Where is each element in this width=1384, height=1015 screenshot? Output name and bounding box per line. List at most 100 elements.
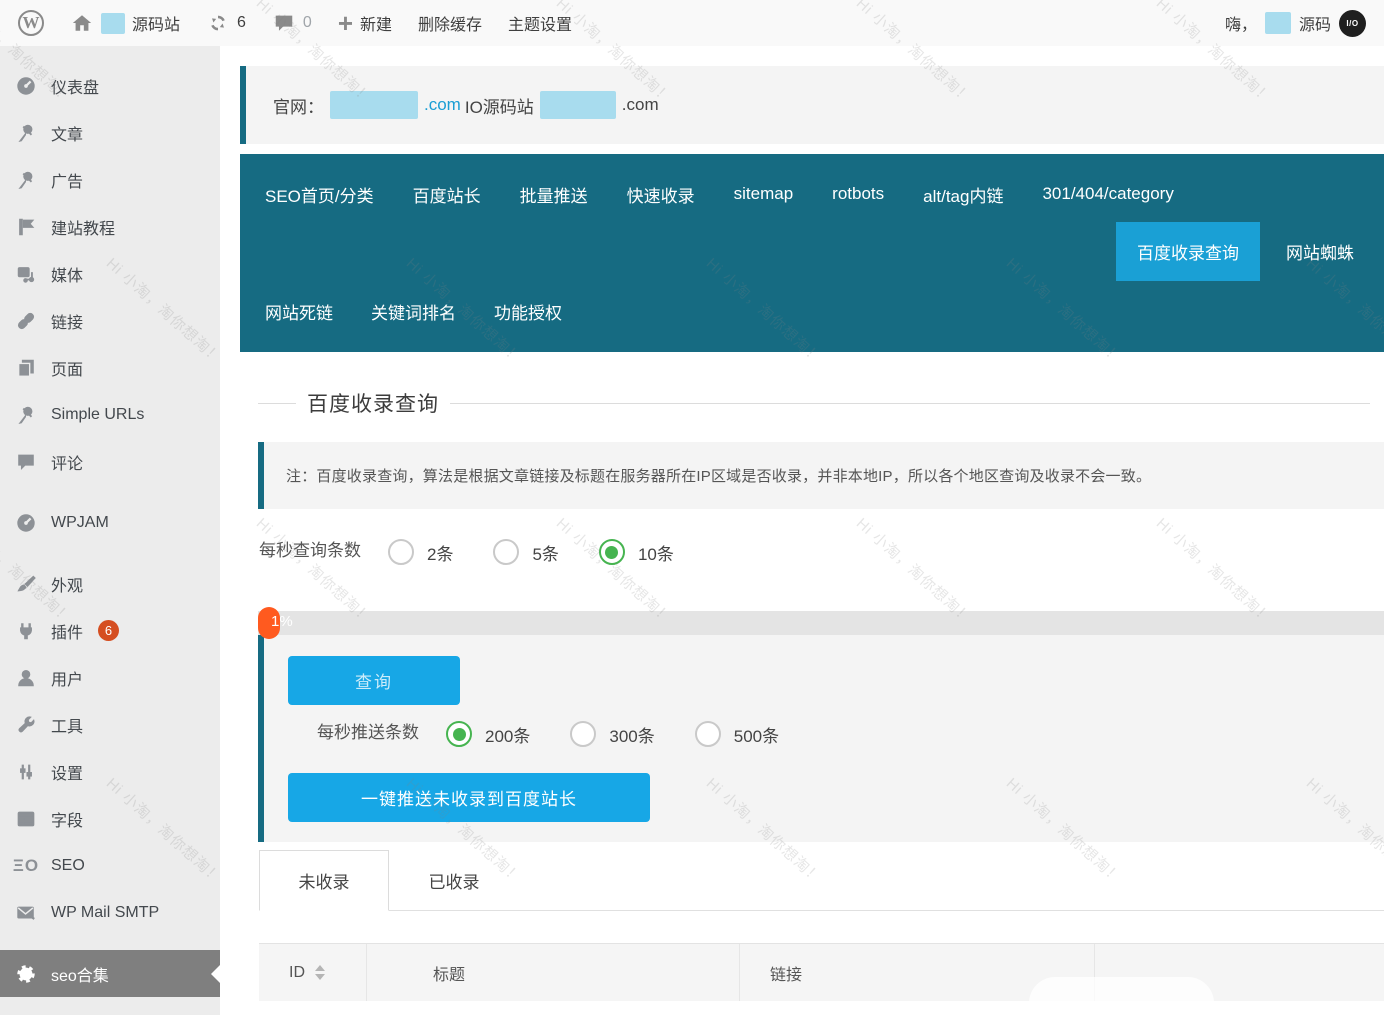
comments-link[interactable]: 0 (272, 11, 312, 35)
banner-tail: .com (622, 95, 659, 115)
query-button[interactable]: 查询 (288, 656, 460, 705)
sidebar-item-simple-urls[interactable]: Simple URLs (0, 391, 220, 438)
official-site-banner: 官网： .com IO源码站 .com (240, 66, 1384, 144)
wordpress-menu[interactable]: W (18, 10, 44, 36)
gauge-icon (14, 511, 38, 535)
sidebar-item-links[interactable]: 链接 (0, 297, 220, 344)
redacted-block (1265, 12, 1291, 34)
radio-checked-icon[interactable] (599, 539, 625, 565)
nav-tab-keyword-rank[interactable]: 关键词排名 (371, 299, 456, 324)
nav-tab-feature-auth[interactable]: 功能授权 (494, 299, 562, 324)
note-box: 注：百度收录查询，算法是根据文章链接及标题在服务器所在IP区域是否收录，并非本地… (258, 442, 1384, 509)
nav-tab-seo-home[interactable]: SEO首页/分类 (265, 182, 374, 207)
query-rate-label: 每秒查询条数 (258, 537, 362, 565)
radio-checked-icon[interactable] (446, 721, 472, 747)
nav-tab-fast-include[interactable]: 快速收录 (627, 182, 695, 207)
nav-tab-301-404-category[interactable]: 301/404/category (1042, 184, 1173, 204)
seo-plugin-nav: SEO首页/分类 百度站长 批量推送 快速收录 sitemap rotbots … (240, 154, 1384, 352)
sidebar-item-wp-mail-smtp[interactable]: WP Mail SMTP (0, 889, 220, 936)
nav-tab-baidu-index-query[interactable]: 百度收录查询 (1116, 222, 1260, 281)
admin-bar: W 源码站 6 0 + 新建 删除缓存 主题设置 嗨， (0, 0, 1384, 46)
comment-bubble-icon (14, 450, 38, 474)
query-rate-option-10[interactable]: 10条 (599, 539, 674, 565)
radio-unchecked-icon[interactable] (570, 721, 596, 747)
results-table-header: ID 标题 链接 (259, 943, 1384, 1001)
flag-icon (14, 215, 38, 239)
nav-tab-rotbots[interactable]: rotbots (832, 184, 884, 204)
site-name: 源码站 (132, 11, 180, 35)
nav-tab-site-spider[interactable]: 网站蜘蛛 (1286, 239, 1354, 264)
tab-indexed[interactable]: 已收录 (389, 850, 519, 910)
sidebar-item-settings[interactable]: 设置 (0, 748, 220, 795)
query-rate-row: 每秒查询条数 2条 5条 10条 (258, 537, 1384, 565)
tab-unindexed[interactable]: 未收录 (259, 850, 389, 911)
sort-arrows-icon[interactable] (315, 965, 325, 980)
sidebar-item-appearance[interactable]: 外观 (0, 560, 220, 607)
nav-tab-alt-tag-links[interactable]: alt/tag内链 (923, 182, 1003, 207)
push-rate-option-200[interactable]: 200条 (446, 721, 530, 747)
new-content-label: 新建 (360, 11, 392, 35)
new-content-button[interactable]: + 新建 (338, 10, 392, 36)
sidebar-item-wpjam[interactable]: WPJAM (0, 499, 220, 546)
gear-icon (14, 962, 38, 986)
watermark-highlight (1029, 977, 1214, 1015)
progress-percent: 1% (271, 613, 293, 630)
sidebar-item-dashboard[interactable]: 仪表盘 (0, 62, 220, 109)
plugin-update-badge: 6 (98, 620, 119, 641)
sidebar-item-ads[interactable]: 广告 (0, 156, 220, 203)
sidebar-item-seo-collection[interactable]: seo合集 (0, 950, 220, 997)
banner-middle: IO源码站 (465, 93, 534, 118)
section-title-row: 百度收录查询 (258, 388, 1384, 418)
table-icon (14, 807, 38, 831)
pin-icon (14, 121, 38, 145)
sidebar-item-seo[interactable]: ΞO SEO (0, 842, 220, 889)
site-link[interactable]: 源码站 (70, 11, 180, 35)
radio-unchecked-icon[interactable] (388, 539, 414, 565)
sidebar-item-pages[interactable]: 页面 (0, 344, 220, 391)
updates-count: 6 (237, 14, 246, 32)
query-rate-option-2[interactable]: 2条 (388, 539, 453, 565)
avatar[interactable]: I/O (1339, 10, 1366, 37)
push-rate-option-500[interactable]: 500条 (695, 721, 779, 747)
sidebar-item-fields[interactable]: 字段 (0, 795, 220, 842)
pages-icon (14, 356, 38, 380)
nav-tab-batch-push[interactable]: 批量推送 (520, 182, 588, 207)
wrench-icon (14, 713, 38, 737)
sidebar-item-tools[interactable]: 工具 (0, 701, 220, 748)
nav-tab-sitemap[interactable]: sitemap (734, 184, 794, 204)
progress-bar: 1% (258, 611, 1384, 635)
admin-sidebar: 仪表盘 文章 广告 建站教程 媒体 链接 页面 (0, 46, 220, 1015)
query-rate-option-5[interactable]: 5条 (493, 539, 558, 565)
theme-settings-button[interactable]: 主题设置 (508, 11, 572, 35)
update-refresh-icon (206, 11, 230, 35)
envelope-icon (14, 901, 38, 925)
updates-link[interactable]: 6 (206, 11, 246, 35)
sidebar-item-plugins[interactable]: 插件 6 (0, 607, 220, 654)
media-icon (14, 262, 38, 286)
column-header-id[interactable]: ID (259, 944, 367, 1001)
comment-bubble-icon (272, 11, 296, 35)
sidebar-item-posts[interactable]: 文章 (0, 109, 220, 156)
query-form-block: 查询 每秒推送条数 200条 300条 500条 一键推送未收录到百度站长 (258, 635, 1384, 842)
sidebar-item-comments[interactable]: 评论 (0, 438, 220, 485)
link-icon (14, 309, 38, 333)
nav-tab-dead-links[interactable]: 网站死链 (265, 299, 333, 324)
sidebar-item-tutorials[interactable]: 建站教程 (0, 203, 220, 250)
clear-cache-button[interactable]: 删除缓存 (418, 11, 482, 35)
push-rate-option-300[interactable]: 300条 (570, 721, 654, 747)
paintbrush-icon (14, 572, 38, 596)
official-site-link[interactable]: .com (424, 95, 461, 115)
account-name[interactable]: 源码 (1299, 11, 1331, 35)
sliders-icon (14, 760, 38, 784)
redacted-block (540, 91, 616, 119)
banner-prefix: 官网： (273, 93, 324, 118)
column-header-title: 标题 (367, 944, 740, 1001)
sidebar-item-media[interactable]: 媒体 (0, 250, 220, 297)
radio-unchecked-icon[interactable] (695, 721, 721, 747)
sidebar-item-users[interactable]: 用户 (0, 654, 220, 701)
redacted-block (330, 91, 418, 119)
radio-unchecked-icon[interactable] (493, 539, 519, 565)
nav-tab-baidu-webmaster[interactable]: 百度站长 (413, 182, 481, 207)
push-unindexed-button[interactable]: 一键推送未收录到百度站长 (288, 773, 650, 822)
result-tabs: 未收录 已收录 (259, 850, 1384, 911)
